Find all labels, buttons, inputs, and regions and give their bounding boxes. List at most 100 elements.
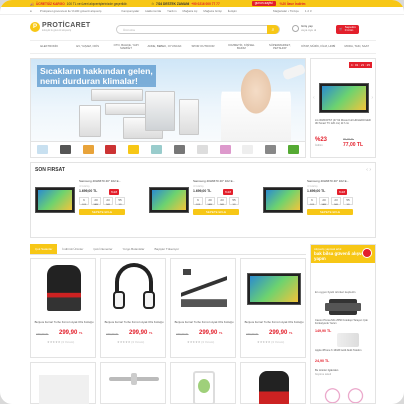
user-icon [292, 25, 299, 33]
logo[interactable]: P PROTİCARET kolaylık & güvenli alışveri… [30, 22, 91, 32]
thumbnail[interactable] [36, 145, 48, 154]
thumbnail[interactable] [265, 145, 277, 154]
add-to-cart-button[interactable]: SEPETE EKLE [79, 209, 125, 215]
last-chance-item[interactable]: Samsung 40H6670 40" 102 E... 4 Görüş 1.6… [149, 179, 261, 235]
product-card[interactable]: Burjuva Ferrari Turbo Kırmızı Ayak Ofis … [30, 258, 96, 358]
nav-item[interactable]: ANNE, BEBEK, OYUNCAK [145, 44, 183, 48]
util-link[interactable]: Kampanyalar [122, 9, 140, 13]
cart-button[interactable]: 🛒 Sepetim 0 ürün [336, 25, 359, 34]
tv-image [149, 187, 189, 213]
chevron-left-icon[interactable]: ‹ [366, 167, 368, 173]
support-label: 7/24 DESTEK ZAMANI [155, 1, 190, 6]
product-card[interactable]: Burjuva Ferrari Turbo Kırmızı Ayak Ofis … [170, 258, 236, 358]
product-name[interactable]: Burjuva Ferrari Turbo Kırmızı Ayak Ofis … [34, 320, 94, 324]
util-link[interactable]: İletişim [228, 9, 237, 13]
search-input[interactable]: Ürün Ara ⌕ [116, 25, 280, 34]
thumbnail[interactable] [151, 145, 163, 154]
logo-text: PROTİCARET [42, 22, 91, 29]
nav-item[interactable]: OTO, BAHÇE, YAPI MARKET [107, 43, 145, 51]
chevron-right-icon[interactable]: › [369, 167, 371, 173]
product-name[interactable]: Burjuva Ferrari Turbo Kırmızı Ayak Ofis … [174, 320, 234, 324]
product-name[interactable]: Burjuva Ferrari Turbo Kırmızı Ayak Ofis … [244, 320, 304, 324]
support-phone[interactable]: +90 0216 000 77 77 [191, 2, 219, 6]
nav-item[interactable]: ELEKTRONİK [30, 44, 68, 48]
last-chance-item[interactable]: Samsung 40H6670 40" 102 E... 4 Görüş 1.6… [263, 179, 375, 235]
add-to-cart-button[interactable]: SEPETE EKLE [307, 209, 353, 215]
product-card[interactable]: Burjuva Ferrari Turbo Kırmızı Ayak Ofis … [100, 258, 166, 358]
product-card[interactable] [30, 362, 96, 404]
side-item-name[interactable]: Canon Pixma MG 2550 Fotokopi Tarayıcı Ço… [315, 319, 373, 325]
thumbnail[interactable] [173, 145, 185, 154]
util-link[interactable]: Hakkımızda [145, 9, 161, 13]
next-arrow-icon[interactable]: › [371, 95, 373, 101]
cart-count: 0 ürün [344, 28, 354, 33]
item-name[interactable]: Samsung 40H6670 40" 102 E... [79, 179, 145, 183]
side-item-price: 149,90 TL [315, 329, 332, 333]
tab-best-sellers[interactable]: Çok Satanlar [30, 244, 58, 254]
thumbnail[interactable] [105, 145, 117, 154]
thumbnail[interactable] [196, 145, 208, 154]
thumbnail[interactable] [288, 145, 300, 154]
side-item-name[interactable]: Apple iPhone 6 16GB Gold Akıllı Telefon [315, 349, 373, 352]
discount-badge: %18 [223, 189, 234, 195]
tab-most-viewed[interactable]: Çok İzlenenler [88, 244, 117, 254]
side-item-price: 24,90 TL [315, 359, 330, 363]
add-to-cart-button[interactable]: SEPETE EKLE [193, 209, 239, 215]
page-numbers[interactable]: 1 2 3 [305, 9, 312, 13]
tab-reviews[interactable]: Yorgo Bulanıklar [118, 244, 150, 254]
last-chance-item[interactable]: Samsung 40H6670 40" 102 E... 4 Görüş 1.6… [35, 179, 147, 235]
nav-item[interactable]: KOZMETİK, KİŞİSEL BAKIM [222, 43, 260, 51]
rating: ★★★★★ (3 Yorum) [117, 340, 145, 344]
hero-title-line2: nemi durduran klimalar! [40, 76, 138, 86]
ac-outdoor-image [79, 105, 101, 137]
search-button[interactable]: ⌕ [267, 25, 279, 34]
product-card[interactable] [240, 362, 306, 404]
item-rating: 4 Görüş [307, 184, 318, 188]
util-link[interactable]: Yardım [167, 9, 176, 13]
side-section-label: Bu ürünler ilgilenilen [315, 369, 339, 372]
nav-item[interactable]: KİTAP, MÜZİK, FİLM, HOBİ [299, 44, 337, 48]
product-name[interactable]: Burjuva Ferrari Turbo Kırmızı Ayak Ofis … [104, 320, 164, 324]
section-title: SON FIRSAT [35, 167, 65, 173]
countdown-box: 23 DAK [103, 197, 113, 206]
tab-low-stock[interactable]: Bayişler Tükeniyor [149, 244, 184, 254]
prev-arrow-icon[interactable]: ‹ [313, 95, 315, 101]
thumbnail[interactable] [219, 145, 231, 154]
thumbnail[interactable] [59, 145, 71, 154]
old-price: 449,00 TL [106, 332, 119, 336]
countdown: 6 GÜN 20 SAAT 23 DAK 55 SN [193, 197, 239, 206]
thumbnail[interactable] [128, 145, 140, 154]
product-card[interactable]: Burjuva Ferrari Turbo Kırmızı Ayak Ofis … [240, 258, 306, 358]
carousel-arrows: ‹ › [366, 167, 371, 173]
countdown-box: 6 GÜN [79, 197, 89, 206]
thumbnail[interactable] [82, 145, 94, 154]
trust-text: Protiçaret güvencesi ile %100 güvenli al… [39, 8, 102, 13]
promo-banner[interactable]: Alışveriş yapmak artık bak bilsa güvenli… [311, 245, 375, 263]
product-card[interactable] [170, 362, 236, 404]
item-name[interactable]: Samsung 40H6670 40" 102 E... [193, 179, 259, 183]
bicycle-image [321, 379, 367, 403]
discount-label[interactable]: %20 İlave İndirim [280, 2, 306, 6]
language-select[interactable]: Mağazalar • Türkçe [273, 9, 299, 13]
product-card[interactable] [100, 362, 166, 404]
daily-deal-panel[interactable]: 4 : 01 : 21 : 25 ‹ › LG 3D/ROPST (47 92 … [310, 58, 376, 158]
nav-item[interactable]: SÜPERMARKET, PETSHOP [261, 43, 299, 51]
nav-item[interactable]: SPOR OUTDOOR [184, 44, 222, 48]
clock-icon: ⏱ [151, 1, 154, 6]
item-name[interactable]: Samsung 40H6670 40" 102 E... [307, 179, 373, 183]
tab-discounted[interactable]: İndirimli Ürünler [57, 244, 88, 254]
ac-tower-image [179, 99, 199, 135]
promo-badge-icon [362, 248, 372, 258]
nav-item[interactable]: EV, YAŞAM, OFİS [68, 44, 106, 48]
login-link[interactable]: Giriş yap veya üye ol [292, 24, 316, 33]
item-price: 1.699,00 TL [307, 189, 326, 193]
thumbnail[interactable] [242, 145, 254, 154]
side-panel: Alışveriş yapmak artık bak bilsa güvenli… [310, 244, 376, 404]
util-link[interactable]: Mağaza Girişi [203, 9, 221, 13]
nav-item[interactable]: MODA, TAKI, SAAT [338, 44, 376, 48]
campaign-badge[interactable]: gunun-sayisi [251, 1, 276, 6]
deal-product-name[interactable]: LG 3D/ROPST (47 92 Movie Full HD/LED/OLE… [315, 119, 373, 125]
price: 299,90 TL [59, 330, 83, 336]
util-link[interactable]: Mağaza Aç [183, 9, 198, 13]
hero-slider[interactable]: Sıcakların hakkından gelen, nemi durdura… [30, 58, 306, 142]
